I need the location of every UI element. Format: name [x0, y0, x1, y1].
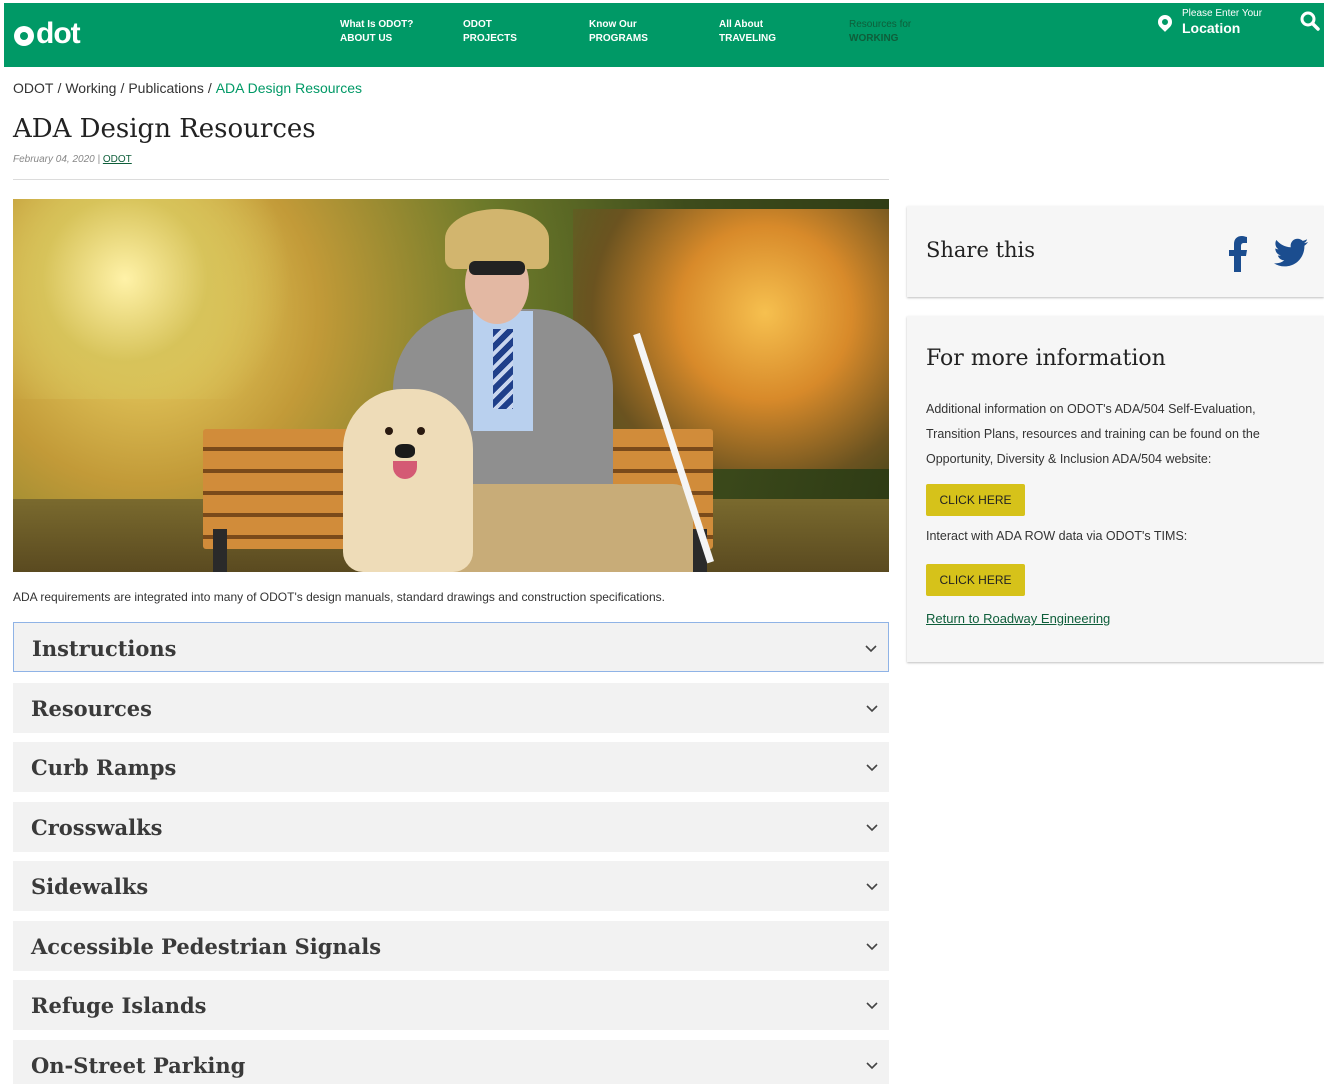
nav-projects[interactable]: ODOT PROJECTS	[463, 18, 517, 46]
info-text: Additional information on ODOT's ADA/504…	[926, 402, 1260, 466]
accordion-crosswalks[interactable]: Crosswalks	[13, 802, 889, 852]
chevron-down-icon	[866, 1062, 878, 1070]
accordion-resources[interactable]: Resources	[13, 683, 889, 733]
nav-about-us-line2: ABOUT US	[340, 33, 393, 44]
nav-programs[interactable]: Know Our PROGRAMS	[589, 18, 648, 46]
chevron-down-icon	[866, 764, 878, 772]
accordion-on-street-parking[interactable]: On-Street Parking	[13, 1040, 889, 1084]
nav-about-us-line1: What Is ODOT?	[340, 19, 414, 30]
nav-programs-line1: Know Our	[589, 19, 637, 30]
site-header: odot dot What Is ODOT? ABOUT US ODOT PRO…	[4, 3, 1324, 67]
nav-about-us[interactable]: What Is ODOT? ABOUT US	[340, 18, 413, 46]
breadcrumb-separator: /	[120, 80, 125, 96]
facebook-icon[interactable]	[1229, 236, 1247, 272]
post-author-link[interactable]: ODOT	[103, 154, 132, 165]
accordion-instructions[interactable]: Instructions	[13, 622, 889, 672]
accordion-label: Curb Ramps	[31, 755, 177, 780]
accordion-curb-ramps[interactable]: Curb Ramps	[13, 742, 889, 792]
breadcrumb-current: ADA Design Resources	[215, 80, 363, 96]
more-info-card: For more information Additional informat…	[907, 316, 1324, 662]
nav-working-line2: WORKING	[849, 33, 899, 44]
nav-working-line1: Resources for	[849, 19, 912, 30]
tims-text: Interact with ADA ROW data via ODOT's TI…	[926, 529, 1188, 543]
hero-image	[13, 199, 889, 572]
odot-logo[interactable]: odot dot	[14, 17, 81, 51]
title-divider	[13, 179, 889, 180]
chevron-down-icon	[866, 824, 878, 832]
nav-working[interactable]: Resources for WORKING	[849, 18, 911, 46]
accordion-label: Resources	[31, 696, 152, 721]
nav-traveling-line2: TRAVELING	[719, 33, 777, 44]
nav-traveling[interactable]: All About TRAVELING	[719, 18, 776, 46]
chevron-down-icon	[866, 943, 878, 951]
tims-click-here-button[interactable]: CLICK HERE	[926, 564, 1025, 596]
page-title: ADA Design Resources	[13, 114, 316, 144]
map-pin-icon	[1155, 12, 1175, 32]
nav-programs-line2: PROGRAMS	[589, 33, 648, 44]
twitter-icon[interactable]	[1274, 238, 1308, 268]
accordion-label: Crosswalks	[31, 815, 163, 840]
breadcrumb-publications[interactable]: Publications	[128, 80, 204, 96]
nav-traveling-line1: All About	[719, 19, 764, 30]
accordion-label: Refuge Islands	[31, 993, 207, 1018]
post-date: February 04, 2020	[13, 154, 95, 165]
breadcrumb: ODOT / Working / Publications / ADA Design Res…	[13, 80, 362, 96]
breadcrumb-working[interactable]: Working	[65, 80, 116, 96]
location-label: Location	[1182, 20, 1241, 36]
accordion-accessible-pedestrian-signals[interactable]: Accessible Pedestrian Signals	[13, 921, 889, 971]
logo-mark-icon	[14, 26, 34, 46]
breadcrumb-separator: /	[207, 80, 212, 96]
location-prompt: Please Enter Your	[1182, 8, 1263, 19]
accordion-label: Sidewalks	[31, 874, 149, 899]
accordion-label: On-Street Parking	[31, 1053, 246, 1078]
share-title: Share this	[926, 238, 1036, 262]
info-title: For more information	[926, 346, 1166, 371]
ada-504-click-here-button[interactable]: CLICK HERE	[926, 484, 1025, 516]
post-meta: February 04, 2020 | ODOT	[13, 154, 132, 165]
return-roadway-engineering-link[interactable]: Return to Roadway Engineering	[926, 611, 1110, 626]
chevron-down-icon	[866, 883, 878, 891]
chevron-down-icon	[866, 1002, 878, 1010]
search-icon[interactable]	[1300, 11, 1320, 31]
chevron-down-icon	[866, 705, 878, 713]
image-caption: ADA requirements are integrated into man…	[13, 590, 665, 604]
location-selector[interactable]: Please Enter Your Location	[1155, 8, 1263, 36]
nav-projects-line1: ODOT	[463, 19, 492, 30]
chevron-down-icon	[865, 645, 877, 653]
breadcrumb-odot[interactable]: ODOT	[13, 80, 53, 96]
accordion-label: Instructions	[32, 636, 177, 661]
nav-projects-line2: PROJECTS	[463, 33, 517, 44]
accordion-refuge-islands[interactable]: Refuge Islands	[13, 980, 889, 1030]
breadcrumb-separator: /	[57, 80, 62, 96]
accordion-label: Accessible Pedestrian Signals	[31, 934, 382, 959]
share-card: Share this	[907, 206, 1324, 297]
accordion-sidewalks[interactable]: Sidewalks	[13, 861, 889, 911]
